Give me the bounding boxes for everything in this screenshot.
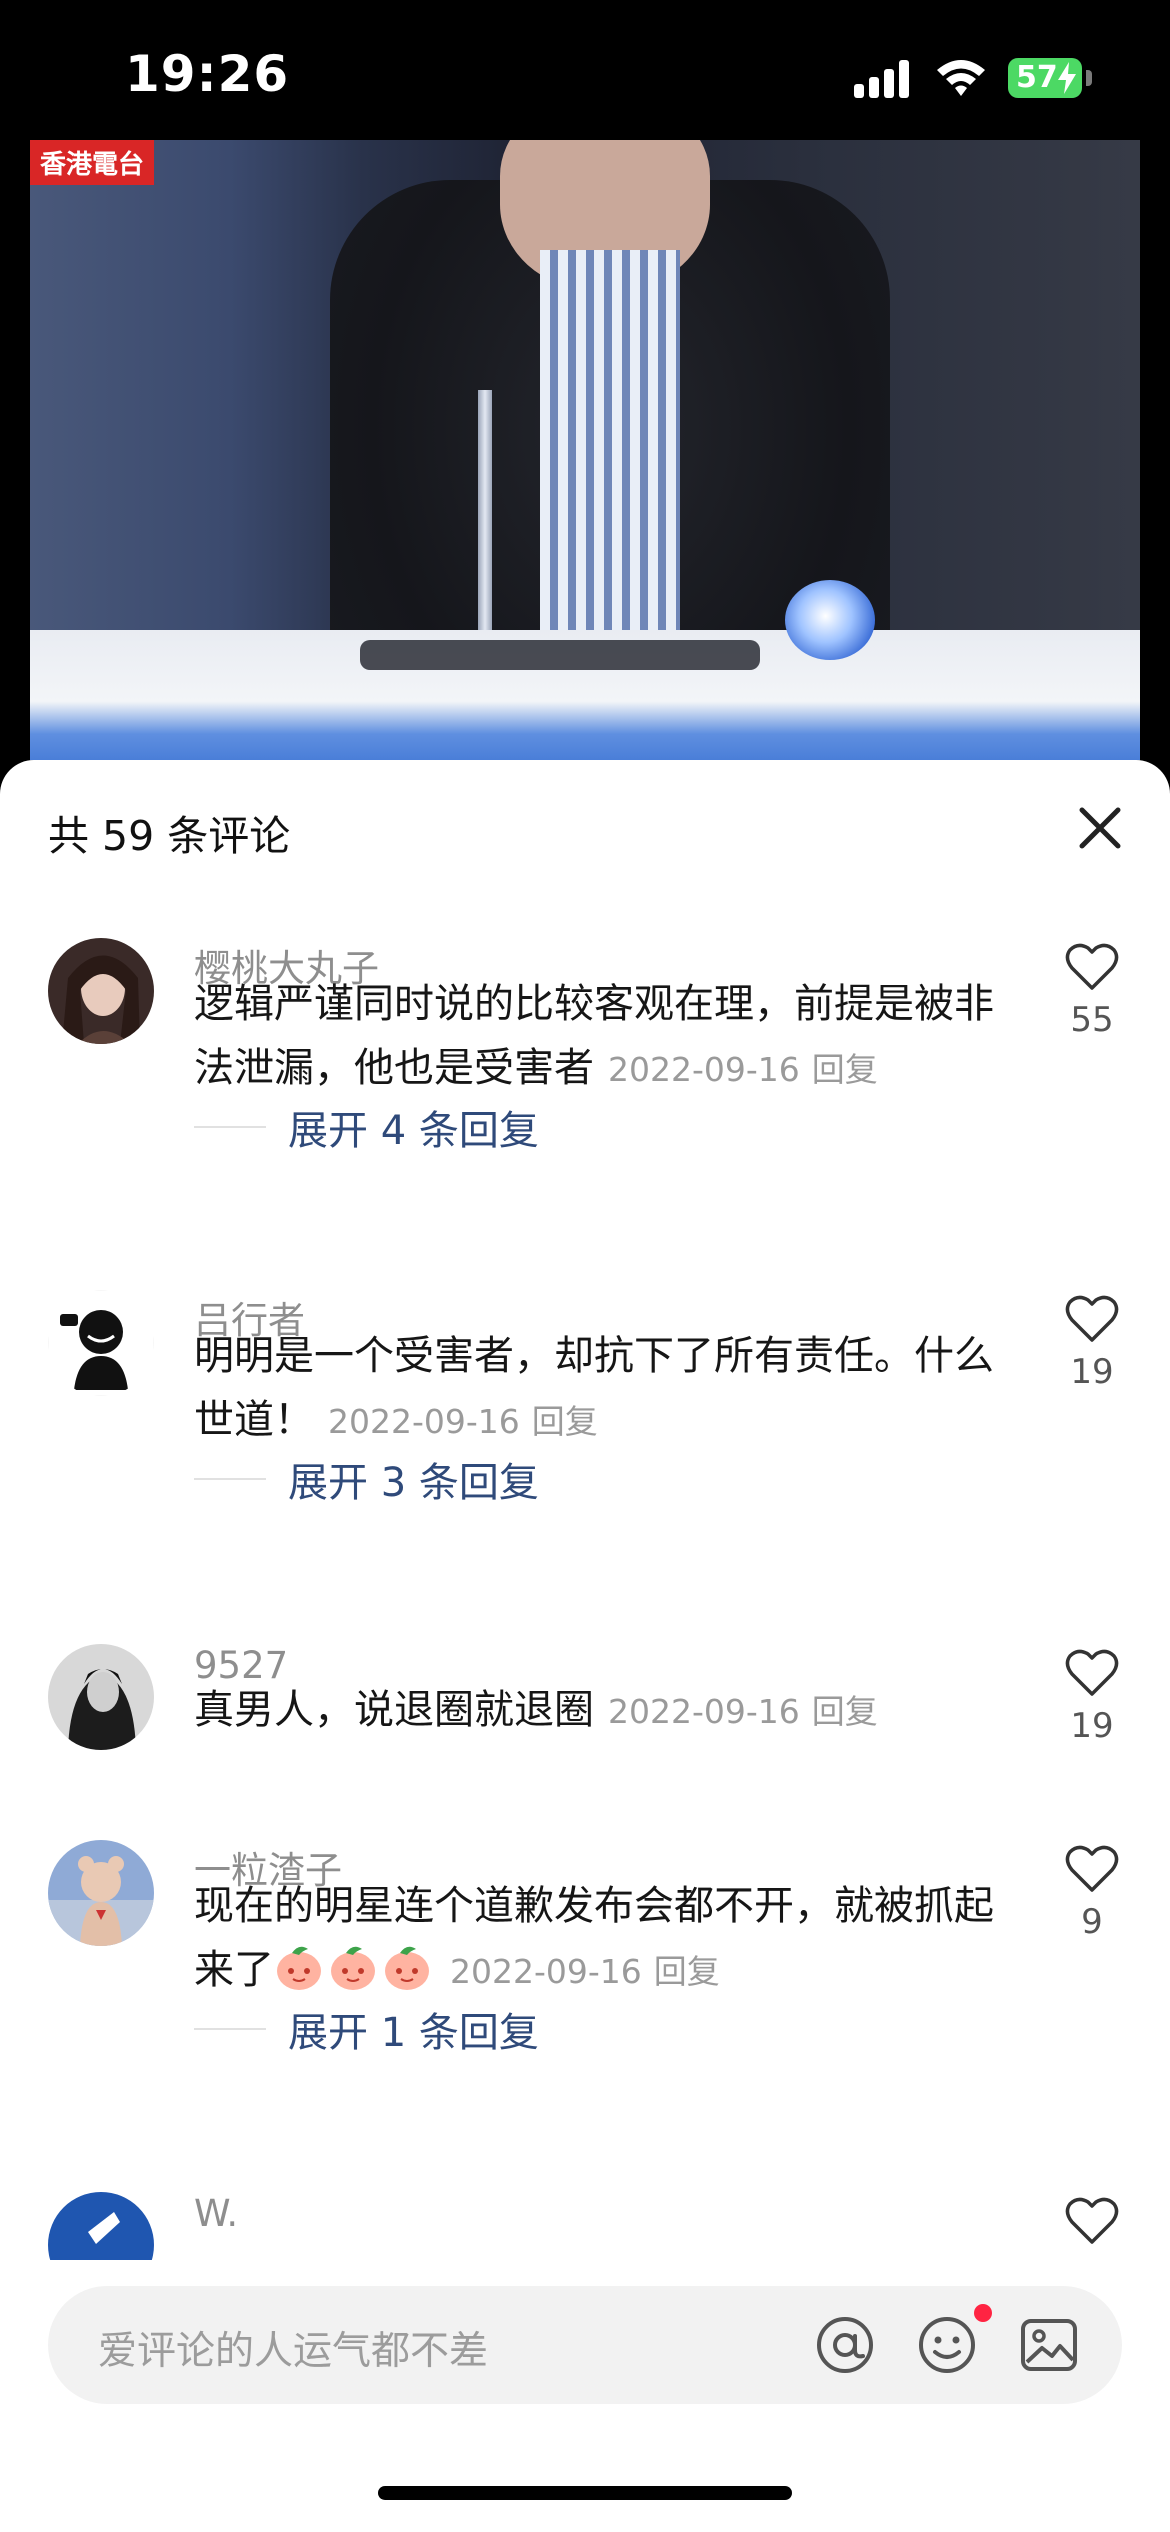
like-count: 55 [1070,1000,1114,1040]
expand-divider [194,2028,266,2030]
reply-button[interactable]: 回复 [812,1050,878,1089]
comment-date: 2022-09-16 [328,1402,520,1441]
comment-date: 2022-09-16 [608,1692,800,1731]
comment-text: 明明是一个受害者，却抗下了所有责任。什么世道！ 2022-09-16 回复 [194,1324,1004,1454]
image-icon[interactable] [1018,2314,1080,2376]
like-count: 9 [1081,1902,1103,1942]
video-player[interactable]: 香港電台 [30,140,1140,760]
peach-face-emoji-icon [331,1946,375,1990]
like-count: 19 [1070,1706,1114,1746]
channel-logo: 香港電台 [30,140,155,185]
comment-text: 现在的明星连个道歉发布会都不开，就被抓起来了 2022-09-16 回复 [194,1874,1004,2004]
comments-count-title: 共 59 条评论 [48,812,291,860]
comment-body: 真男人，说退圈就退圈 [194,1687,594,1733]
video-glass [785,580,875,660]
avatar[interactable] [48,938,154,1044]
heart-icon[interactable] [1064,942,1120,992]
battery-tip [1086,70,1092,86]
charging-bolt-icon [1058,62,1076,94]
expand-divider [194,1478,266,1480]
reply-button[interactable]: 回复 [812,1692,878,1731]
expand-replies-button[interactable]: 展开 4 条回复 [288,1098,539,1156]
peach-face-emoji-icon [277,1946,321,1990]
heart-icon[interactable] [1064,1294,1120,1344]
heart-icon[interactable] [1064,1844,1120,1894]
status-time: 19:26 [125,45,290,103]
heart-icon[interactable] [1064,1648,1120,1698]
home-indicator[interactable] [378,2486,792,2500]
emoji-smile-icon[interactable] [916,2314,978,2376]
comment-input-bar[interactable]: 爱评论的人运气都不差 [48,2286,1122,2404]
reply-button[interactable]: 回复 [532,1402,598,1441]
avatar[interactable] [48,1840,154,1946]
like-count: 19 [1070,1352,1114,1392]
expand-replies-button[interactable]: 展开 3 条回复 [288,1450,539,1508]
avatar[interactable] [48,1290,154,1396]
comments-sheet: 共 59 条评论 樱桃大丸子 逻辑严谨同时说的比较客观在理，前提是被非法泄漏，他… [0,760,1170,2532]
at-mention-icon[interactable] [814,2314,876,2376]
comment-input-placeholder[interactable]: 爱评论的人运气都不差 [98,2320,488,2376]
avatar[interactable] [48,2192,154,2260]
comment-date: 2022-09-16 [450,1952,642,1991]
cellular-signal-icon [854,60,910,98]
heart-icon[interactable] [1064,2196,1120,2246]
notification-dot [974,2304,992,2322]
wifi-icon [937,60,985,96]
expand-divider [194,1126,266,1128]
comment-text: 逻辑严谨同时说的比较客观在理，前提是被非法泄漏，他也是受害者 2022-09-16… [194,972,1004,1102]
close-icon[interactable] [1074,802,1126,854]
comment-date: 2022-09-16 [608,1050,800,1089]
status-bar: 19:26 57 [0,0,1170,140]
reply-button[interactable]: 回复 [654,1952,720,1991]
comment-username[interactable]: W. [194,2192,238,2235]
video-desk-items [360,640,760,670]
peach-face-emoji-icon [385,1946,429,1990]
avatar[interactable] [48,1644,154,1750]
comment-item: W. [0,2192,1170,2260]
expand-replies-button[interactable]: 展开 1 条回复 [288,2000,539,2058]
peach-emoji-group [274,1946,436,1993]
comment-text: 真男人，说退圈就退圈 2022-09-16 回复 [194,1678,1004,1744]
